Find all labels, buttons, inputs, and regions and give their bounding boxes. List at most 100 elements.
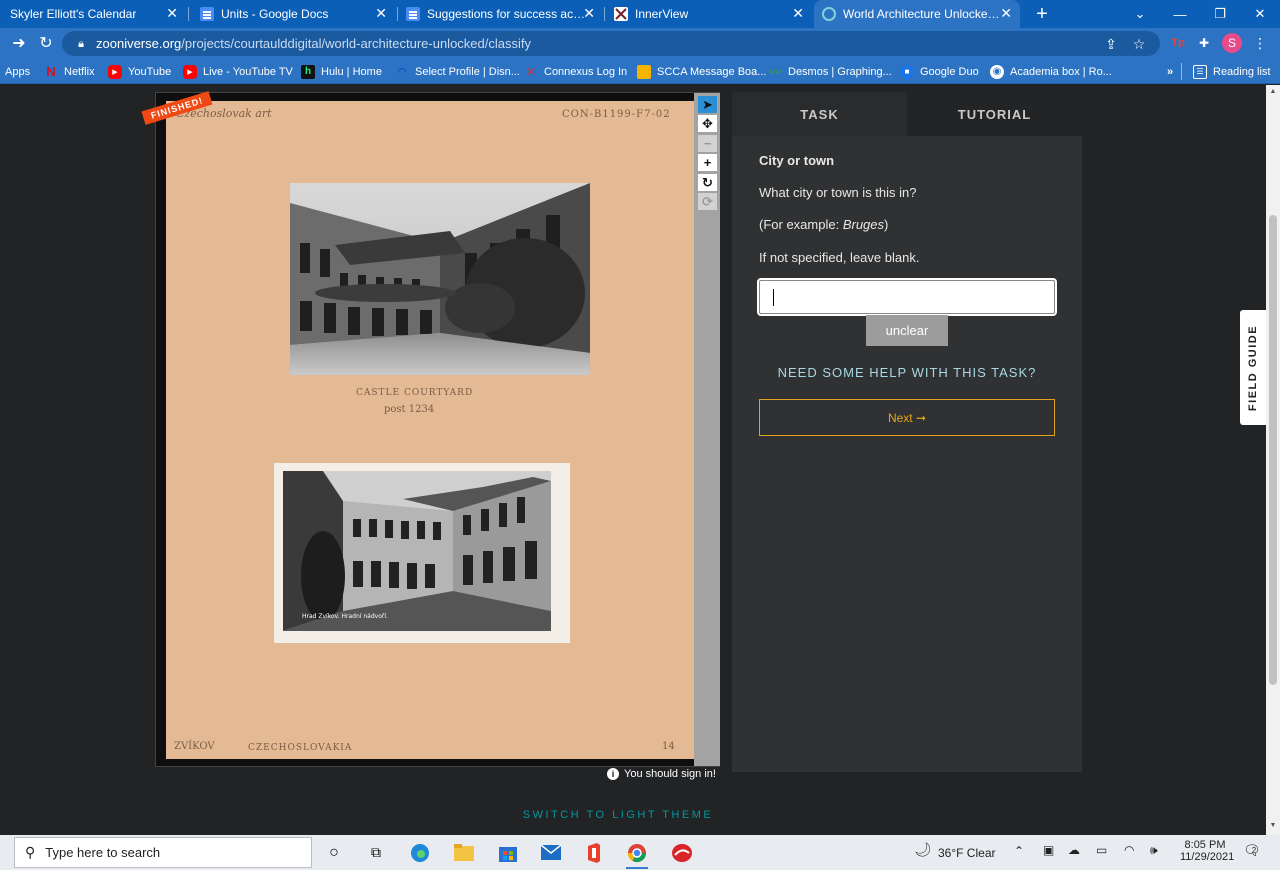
- bookmark-connexus[interactable]: ✕ Connexus Log In: [524, 63, 627, 80]
- menu-kebab-icon[interactable]: ⋮: [1250, 33, 1270, 53]
- tab-world-architecture[interactable]: World Architecture Unlocked » C ✕: [814, 0, 1020, 28]
- reload-icon[interactable]: ↻: [35, 32, 57, 54]
- country-note: CZECHOSLOVAKIA: [248, 743, 353, 753]
- bookmark-disney[interactable]: ◠ Select Profile | Disn...: [395, 63, 520, 80]
- close-icon[interactable]: ✕: [583, 6, 595, 20]
- bookmark-youtube[interactable]: ▶ YouTube: [108, 63, 171, 80]
- task-view-icon[interactable]: ⧉: [362, 839, 390, 866]
- bookmark-scca[interactable]: SCCA Message Boa...: [637, 63, 766, 80]
- subject-viewer[interactable]: Czechoslovak art CON-B1199-F7-02 CASTLE …: [141, 91, 720, 767]
- url-text: zooniverse.org/projects/courtaulddigital…: [96, 36, 531, 51]
- new-tab-button[interactable]: +: [1030, 2, 1054, 26]
- example-value: Bruges: [842, 217, 885, 232]
- tab-suggestions-docs[interactable]: Suggestions for success activity ✕: [398, 0, 603, 28]
- app-icon[interactable]: [668, 839, 696, 866]
- close-icon[interactable]: ✕: [166, 6, 178, 20]
- search-icon: ⚲: [25, 844, 36, 860]
- avatar[interactable]: S: [1222, 33, 1242, 53]
- chrome-icon[interactable]: [623, 839, 651, 869]
- innerview-icon: [614, 7, 628, 21]
- volume-icon[interactable]: 🕪︎: [1150, 843, 1158, 858]
- tab-task[interactable]: TASK: [732, 92, 907, 136]
- wifi-icon[interactable]: ◠: [1124, 843, 1134, 857]
- puzzle-extensions-icon[interactable]: ✚: [1194, 33, 1214, 53]
- photo-date-note: post 1234: [384, 404, 435, 415]
- tab-units-docs[interactable]: Units - Google Docs ✕: [190, 0, 395, 28]
- bookmark-star-icon[interactable]: ☆: [1130, 35, 1148, 53]
- disney-icon: ◠: [397, 64, 407, 79]
- minus-icon[interactable]: −: [698, 135, 717, 152]
- file-explorer-icon[interactable]: [450, 839, 478, 866]
- text-caret: [773, 289, 774, 306]
- bookmark-netflix[interactable]: N Netflix: [44, 63, 94, 80]
- plus-icon[interactable]: +: [698, 154, 717, 171]
- bookmark-label: Live - YouTube TV: [203, 65, 293, 78]
- weather-text[interactable]: 36°F Clear: [938, 846, 996, 860]
- tab-calendar[interactable]: Skyler Elliott's Calendar ✕: [0, 0, 186, 28]
- window-close-button[interactable]: ✕: [1240, 0, 1280, 28]
- close-icon[interactable]: ✕: [1000, 6, 1012, 20]
- microsoft-store-icon[interactable]: [494, 839, 522, 866]
- rotate-icon[interactable]: ↻: [698, 174, 717, 191]
- tab-label: TASK: [800, 106, 839, 122]
- bookmarks-overflow-button[interactable]: »: [1167, 63, 1173, 80]
- tool-glyph: ↻: [702, 174, 713, 190]
- scrollbar-thumb[interactable]: [1269, 215, 1277, 685]
- tab-tutorial[interactable]: TUTORIAL: [907, 92, 1082, 136]
- notification-icon[interactable]: 🗨︎2: [1243, 842, 1265, 859]
- bookmark-label: Hulu | Home: [321, 65, 382, 78]
- city-town-input[interactable]: [757, 278, 1057, 316]
- bookmark-hulu[interactable]: h Hulu | Home: [301, 63, 382, 80]
- clock-date: 11/29/2021: [1180, 851, 1235, 863]
- bookmark-desmos[interactable]: 〰 Desmos | Graphing...: [768, 63, 892, 80]
- extension-tp-icon[interactable]: Tp: [1168, 33, 1188, 53]
- tab-title: InnerView: [635, 7, 689, 21]
- field-guide-tab[interactable]: FIELD GUIDE: [1240, 310, 1266, 425]
- tab-innerview[interactable]: InnerView ✕: [606, 0, 812, 28]
- upper-photograph: [290, 183, 590, 375]
- switch-theme-label: SWITCH TO LIGHT THEME: [522, 809, 714, 821]
- bookmark-label: YouTube: [128, 65, 172, 78]
- bookmark-apps[interactable]: Apps: [5, 63, 30, 80]
- mail-icon[interactable]: [537, 839, 565, 866]
- tab-search-chevron-icon[interactable]: ⌄: [1120, 0, 1160, 28]
- meet-now-icon[interactable]: ▣: [1043, 843, 1054, 857]
- academia-icon: ◉: [990, 64, 1004, 79]
- scroll-up-icon[interactable]: ▲: [1269, 88, 1277, 95]
- pointer-arrow-icon[interactable]: ➤: [698, 96, 717, 113]
- reading-list-button[interactable]: ☰ Reading list: [1193, 63, 1270, 80]
- subject-image: Czechoslovak art CON-B1199-F7-02 CASTLE …: [166, 101, 694, 759]
- battery-icon[interactable]: ▭: [1096, 843, 1107, 857]
- unclear-button[interactable]: unclear: [866, 315, 948, 346]
- bookmark-youtube-tv[interactable]: ▶ Live - YouTube TV: [183, 63, 293, 80]
- close-icon[interactable]: ✕: [792, 6, 804, 20]
- restore-button[interactable]: ❐: [1200, 0, 1240, 28]
- share-icon[interactable]: ⇪: [1102, 35, 1120, 53]
- bookmark-academia[interactable]: ◉ Academia box | Ro...: [990, 63, 1112, 80]
- taskbar-search-box[interactable]: ⚲ Type here to search: [14, 837, 312, 868]
- minimize-button[interactable]: —: [1160, 0, 1200, 28]
- page-scrollbar[interactable]: ▲ ▼: [1266, 85, 1280, 835]
- move-arrows-icon[interactable]: ✥: [698, 115, 717, 132]
- url-bar[interactable]: 🔒︎ zooniverse.org/projects/courtaulddigi…: [62, 31, 1160, 56]
- next-button[interactable]: Next ➞: [759, 399, 1055, 436]
- forward-arrow-icon[interactable]: ➜: [8, 32, 30, 54]
- onedrive-cloud-icon[interactable]: ☁: [1068, 843, 1080, 857]
- sign-in-notice[interactable]: i You should sign in!: [607, 768, 716, 780]
- switch-theme-button[interactable]: SWITCH TO LIGHT THEME: [0, 809, 1236, 821]
- reset-icon[interactable]: ⟳: [698, 193, 717, 210]
- task-help-link[interactable]: NEED SOME HELP WITH THIS TASK?: [732, 365, 1082, 380]
- edge-icon[interactable]: [406, 839, 434, 866]
- office-icon[interactable]: [580, 839, 608, 866]
- location-note: ZVÍKOV: [174, 741, 215, 752]
- close-icon[interactable]: ✕: [375, 6, 387, 20]
- cortana-icon[interactable]: ○: [320, 839, 348, 866]
- tab-title: Skyler Elliott's Calendar: [10, 7, 137, 21]
- clock[interactable]: 8:05 PM 11/29/2021: [1180, 839, 1235, 863]
- courtyard-photo-svg: [283, 471, 551, 631]
- chevron-up-icon[interactable]: ⌃: [1014, 844, 1024, 858]
- bookmark-google-duo[interactable]: ■ Google Duo: [900, 63, 979, 80]
- scroll-down-icon[interactable]: ▼: [1269, 822, 1277, 829]
- connexus-icon: ✕: [525, 64, 537, 79]
- bookmark-label: Select Profile | Disn...: [415, 65, 520, 78]
